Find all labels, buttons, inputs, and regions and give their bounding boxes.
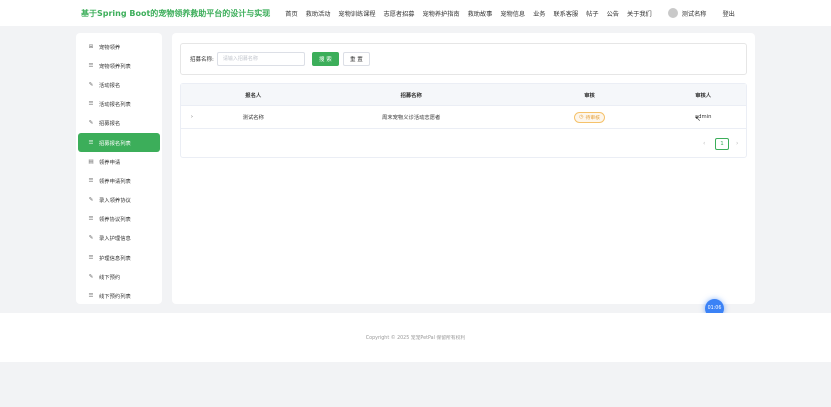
sidebar-item-recruit-signup-list[interactable]: ☰ 招募报名列表 (78, 132, 160, 153)
sidebar-item-activity-signup[interactable]: ✎ 活动报名 (78, 75, 160, 94)
sidebar-item-offline-appointment-list[interactable]: ☰ 线下预约列表 (78, 286, 160, 305)
edit-icon: ✎ (88, 235, 94, 242)
nav-announcements[interactable]: 公告 (607, 9, 619, 18)
sidebar-item-enter-adoption-agreement[interactable]: ✎ 录入领养协议 (78, 191, 160, 210)
copyright-text: Copyright © 2025 宠宠PetPal 保留所有权利 (365, 336, 466, 341)
top-header: 基于Spring Boot的宠物领养救助平台的设计与实现 首页 救助活动 宠物训… (0, 0, 831, 26)
list-icon: ☰ (88, 254, 94, 261)
sidebar-item-label: 活动报名 (99, 82, 121, 89)
list-icon: ☰ (88, 177, 94, 184)
nav-pet-info[interactable]: 宠物信息 (500, 9, 525, 18)
edit-icon: ✎ (88, 273, 94, 280)
sidebar-item-pet-adoption-list[interactable]: ☰ 宠物领养列表 (78, 56, 160, 75)
search-button[interactable]: 搜 索 (311, 52, 339, 66)
page-number-current[interactable]: 1 (715, 138, 729, 150)
reset-button[interactable]: 重 置 (342, 52, 370, 66)
mouse-cursor-icon: ↖ (695, 115, 701, 123)
sidebar-item-label: 录入领养协议 (99, 198, 131, 205)
sidebar-item-label: 宠物领养列表 (99, 63, 131, 70)
expand-row-icon[interactable]: › (181, 114, 203, 120)
edit-icon: ✎ (88, 81, 94, 88)
user-menu[interactable]: 测试名称 (667, 8, 707, 18)
sidebar-item-label: 活动报名列表 (99, 102, 131, 109)
reviewer-cell: admin (694, 114, 712, 120)
sidebar-item-label: 招募报名 (99, 121, 121, 128)
nav-rescue-activities[interactable]: 救助活动 (306, 9, 331, 18)
nav-home[interactable]: 首页 (285, 9, 297, 18)
nav-about[interactable]: 关于我们 (627, 9, 652, 18)
status-text: 待审核 (585, 115, 600, 121)
sidebar-item-enter-care-info[interactable]: ✎ 录入护理信息 (78, 229, 160, 248)
search-input[interactable] (216, 52, 305, 66)
main-nav: 首页 救助活动 宠物训练课程 志愿者招募 宠物养护指南 救助故事 宠物信息 业务… (285, 9, 651, 18)
list-icon: ☰ (88, 216, 94, 223)
edit-icon: ✎ (88, 120, 94, 127)
column-header-recruit-name: 招募名称 (400, 92, 422, 99)
sidebar-item-activity-signup-list[interactable]: ☰ 活动报名列表 (78, 95, 160, 114)
site-title[interactable]: 基于Spring Boot的宠物领养救助平台的设计与实现 (81, 8, 270, 19)
applicant-cell: 测试名称 (242, 115, 264, 121)
nav-training-courses[interactable]: 宠物训练课程 (338, 9, 375, 18)
prev-page-icon[interactable]: ‹ (703, 140, 705, 147)
review-cell: ◷ 待审核 (519, 111, 661, 123)
column-header-reviewer: 审核人 (695, 92, 712, 99)
nav-business[interactable]: 业务 (533, 9, 545, 18)
recruit-signup-table: 报名人 招募名称 审核 审核人 › 测试名称 周末宠物义诊活动志愿者 ◷ 待审核… (180, 83, 747, 158)
sidebar-item-label: 领养申请列表 (99, 178, 131, 185)
sidebar-item-label: 招募报名列表 (99, 140, 131, 147)
document-icon: ▤ (88, 158, 94, 165)
next-page-icon[interactable]: › (736, 140, 738, 147)
table-header: 报名人 招募名称 审核 审核人 (181, 84, 746, 106)
column-header-applicant: 报名人 (245, 92, 262, 99)
sidebar-item-label: 线下预约 (99, 274, 121, 281)
sidebar-item-label: 录入护理信息 (99, 236, 131, 243)
search-label: 招募名称: (190, 57, 214, 63)
sidebar: ⊞ 宠物领养 ☰ 宠物领养列表 ✎ 活动报名 ☰ 活动报名列表 ✎ 招募报名 ☰… (76, 33, 162, 304)
sidebar-item-label: 领养申请 (99, 159, 121, 166)
pagination: ‹ 1 › (181, 137, 748, 153)
nav-rescue-stories[interactable]: 救助故事 (468, 9, 493, 18)
list-icon: ☰ (88, 62, 94, 69)
nav-care-guide[interactable]: 宠物养护指南 (422, 9, 459, 18)
sidebar-item-label: 线下预约列表 (99, 294, 131, 301)
sidebar-item-adoption-application[interactable]: ▤ 领养申请 (78, 152, 160, 171)
nav-customer-service[interactable]: 联系客服 (553, 9, 578, 18)
nav-volunteer-recruit[interactable]: 志愿者招募 (384, 9, 415, 18)
main-panel: 招募名称: 搜 索 重 置 报名人 招募名称 审核 审核人 › 测试名称 周末宠… (172, 33, 755, 304)
clock-icon: ◷ (579, 114, 584, 120)
list-icon: ☰ (88, 293, 94, 300)
list-icon: ☰ (88, 101, 94, 108)
avatar[interactable] (667, 8, 678, 18)
status-badge: ◷ 待审核 (574, 111, 605, 123)
nav-posts[interactable]: 帖子 (586, 9, 598, 18)
sidebar-item-label: 宠物领养 (99, 44, 121, 51)
sidebar-item-adoption-application-list[interactable]: ☰ 领养申请列表 (78, 171, 160, 190)
sidebar-item-recruit-signup[interactable]: ✎ 招募报名 (78, 114, 160, 133)
edit-icon: ✎ (88, 197, 94, 204)
sidebar-item-offline-appointment[interactable]: ✎ 线下预约 (78, 267, 160, 286)
sidebar-item-label: 护理信息列表 (99, 255, 131, 262)
sidebar-item-pet-adoption[interactable]: ⊞ 宠物领养 (78, 37, 160, 56)
footer: Copyright © 2025 宠宠PetPal 保留所有权利 (0, 313, 831, 362)
user-name[interactable]: 测试名称 (682, 9, 707, 18)
logout-link[interactable]: 登出 (722, 9, 734, 18)
list-icon: ☰ (88, 139, 94, 146)
column-header-review: 审核 (584, 92, 595, 99)
recruit-name-cell: 周末宠物义诊活动志愿者 (382, 115, 441, 121)
search-bar: 招募名称: 搜 索 重 置 (180, 43, 747, 75)
clipboard-icon: ⊞ (88, 43, 94, 50)
sidebar-item-care-info-list[interactable]: ☰ 护理信息列表 (78, 248, 160, 267)
sidebar-item-adoption-agreement-list[interactable]: ☰ 领养协议列表 (78, 210, 160, 229)
sidebar-item-label: 领养协议列表 (99, 217, 131, 224)
table-row[interactable]: › 测试名称 周末宠物义诊活动志愿者 ◷ 待审核 admin (181, 106, 746, 129)
